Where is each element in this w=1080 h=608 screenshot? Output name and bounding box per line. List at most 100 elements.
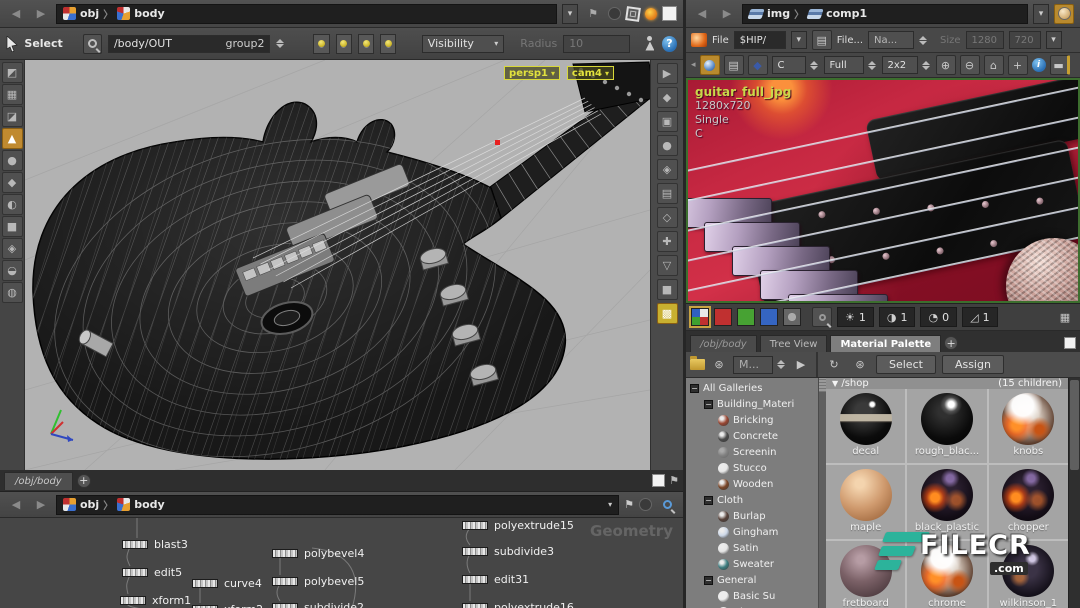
gallery-tree-item[interactable]: Clay <box>686 604 818 608</box>
viewport-option-icon[interactable]: ▶ <box>657 63 678 84</box>
viewport-option-icon[interactable]: ▽ <box>657 255 678 276</box>
gallery-tree-item[interactable]: −All Galleries <box>686 380 818 396</box>
channel-blue-button[interactable] <box>760 308 778 326</box>
file-chooser-icon[interactable]: ▤ <box>812 30 832 50</box>
pose-tool-icon[interactable] <box>642 36 655 52</box>
network-node[interactable]: curve4 <box>192 577 262 590</box>
name-dropdown[interactable]: Na... <box>868 31 914 49</box>
select-button[interactable]: Select <box>876 355 936 374</box>
resolution-spinner[interactable] <box>868 61 878 70</box>
network-node[interactable]: polyextrude16 <box>462 601 574 608</box>
material-item[interactable]: knobs <box>989 389 1068 463</box>
hip-path-field[interactable]: $HIP/ <box>734 31 786 49</box>
right-new-tab-icon[interactable]: + <box>944 336 958 350</box>
light-toggle-4[interactable] <box>380 34 396 54</box>
pane-pin-icon[interactable]: ⚑ <box>669 474 679 487</box>
gallery-tree-item[interactable]: Stucco <box>686 460 818 476</box>
pane-tab[interactable]: /obj/body <box>4 472 73 490</box>
shelf-tool-icon[interactable]: ■ <box>2 216 23 237</box>
tile-grid-icon[interactable]: ▦ <box>1055 307 1075 327</box>
viewport-option-icon[interactable]: ● <box>657 135 678 156</box>
network-breadcrumb[interactable]: obj 〉 body ▾ <box>56 495 619 515</box>
gallery-folder-icon[interactable] <box>690 359 705 370</box>
gallery-tree-item[interactable]: −Building_Materi <box>686 396 818 412</box>
gallery-filter-spinner[interactable] <box>777 360 787 369</box>
net-search-icon[interactable] <box>657 495 677 515</box>
viewport-option-icon[interactable]: ▩ <box>657 303 678 324</box>
img-breadcrumb[interactable]: img 〉 comp1 <box>742 4 1028 24</box>
network-node[interactable]: polybevel5 <box>272 575 364 588</box>
gallery-tree-item[interactable]: Basic Su <box>686 588 818 604</box>
shelf-tool-icon[interactable]: ◍ <box>2 282 23 303</box>
contrast-control[interactable]: ◑1 <box>879 307 916 327</box>
group-spinner[interactable] <box>276 39 286 48</box>
zoom-in-icon[interactable]: ⊕ <box>936 55 956 75</box>
offset-control[interactable]: ◔0 <box>920 307 957 327</box>
gallery-tree-item[interactable]: Screenin <box>686 444 818 460</box>
viewport-option-icon[interactable]: ▤ <box>657 183 678 204</box>
tree-scrollbar[interactable] <box>818 378 826 608</box>
gallery-tree-item[interactable]: Wooden <box>686 476 818 492</box>
tab-tree-view[interactable]: Tree View <box>760 335 828 352</box>
network-node[interactable]: polyextrude15 <box>462 519 574 532</box>
view-mode-button[interactable] <box>700 55 720 75</box>
tab-material-palette[interactable]: Material Palette <box>830 335 941 352</box>
channel-alpha-button[interactable] <box>783 308 801 326</box>
tile-spinner[interactable] <box>922 61 932 70</box>
img-back-icon[interactable]: ◀ <box>692 4 712 24</box>
img-path-dropdown-icon[interactable]: ▾ <box>1033 4 1049 24</box>
display-square-icon[interactable] <box>662 6 677 21</box>
tree-collapse-icon[interactable]: − <box>704 576 713 585</box>
light-toggle-1[interactable] <box>313 34 329 54</box>
shelf-tool-icon[interactable]: ◆ <box>2 172 23 193</box>
palette-refresh-icon[interactable]: ↻ <box>824 355 844 375</box>
breadcrumb-context[interactable]: obj <box>80 7 99 20</box>
network-editor[interactable]: blast3edit5xform1curve4xform2polybevel4p… <box>0 518 683 608</box>
help-icon[interactable]: ? <box>662 36 677 52</box>
new-tab-icon[interactable]: + <box>77 474 91 488</box>
img-pin-button[interactable] <box>1054 4 1074 24</box>
gallery-tree-item[interactable]: Bricking <box>686 412 818 428</box>
brightness-control[interactable]: ☀1 <box>837 307 874 327</box>
shelf-tool-icon[interactable]: ◈ <box>2 238 23 259</box>
channel-green-button[interactable] <box>737 308 755 326</box>
shelf-tool-icon[interactable]: ◒ <box>2 260 23 281</box>
viewport-option-icon[interactable]: ◈ <box>657 159 678 180</box>
image-viewer[interactable]: guitar_full_jpg 1280x720 Single C <box>686 78 1080 303</box>
breadcrumb[interactable]: obj 〉 body <box>56 4 557 24</box>
gallery-panel-icon[interactable]: ▶ <box>791 355 811 375</box>
gallery-tree-item[interactable]: Burlap <box>686 508 818 524</box>
network-node[interactable]: subdivide2 <box>272 601 364 608</box>
pan-icon[interactable]: + <box>1008 55 1028 75</box>
camera-label-persp[interactable]: persp1▾ <box>504 66 560 80</box>
gallery-tree-item[interactable]: −Cloth <box>686 492 818 508</box>
gallery-tree-item[interactable]: Gingham <box>686 524 818 540</box>
preview-toggle-icon[interactable] <box>812 307 832 327</box>
viewport-option-icon[interactable]: ▣ <box>657 111 678 132</box>
palette-scrollbar[interactable] <box>1068 378 1080 608</box>
tree-collapse-icon[interactable]: − <box>690 384 699 393</box>
frame-home-icon[interactable]: ⌂ <box>984 55 1004 75</box>
gallery-tree-item[interactable]: Sweater <box>686 556 818 572</box>
net-path-dropdown-icon[interactable]: ▾ <box>608 500 612 509</box>
shelf-tool-icon[interactable]: ● <box>2 150 23 171</box>
tile-select[interactable]: 2x2 <box>882 56 918 74</box>
right-maximize-icon[interactable] <box>1064 337 1076 349</box>
shelf-tool-icon[interactable]: ◐ <box>2 194 23 215</box>
net-pin-icon[interactable]: ⚑ <box>624 498 634 511</box>
palette-gear-icon[interactable]: ⊛ <box>850 355 870 375</box>
maximize-pane-icon[interactable] <box>652 474 665 487</box>
viewer-extra-icon[interactable]: ▬ <box>1050 55 1070 75</box>
img-breadcrumb-context[interactable]: img <box>767 7 790 20</box>
select-tool-label[interactable]: Select <box>24 37 62 50</box>
light-toggle-2[interactable] <box>336 34 352 54</box>
pin-icon[interactable]: ⚑ <box>583 4 603 24</box>
breadcrumb-node[interactable]: body <box>134 7 164 20</box>
visibility-dropdown[interactable]: Visibility ▾ <box>422 35 505 53</box>
group-path-field[interactable]: /body/OUT group2 <box>108 35 271 53</box>
nav-back-icon[interactable]: ◀ <box>6 4 26 24</box>
gallery-filter-dropdown[interactable]: M... <box>733 356 773 374</box>
network-node[interactable]: blast3 <box>122 538 188 551</box>
net-breadcrumb-context[interactable]: obj <box>80 498 99 511</box>
resolution-select[interactable]: Full <box>824 56 864 74</box>
